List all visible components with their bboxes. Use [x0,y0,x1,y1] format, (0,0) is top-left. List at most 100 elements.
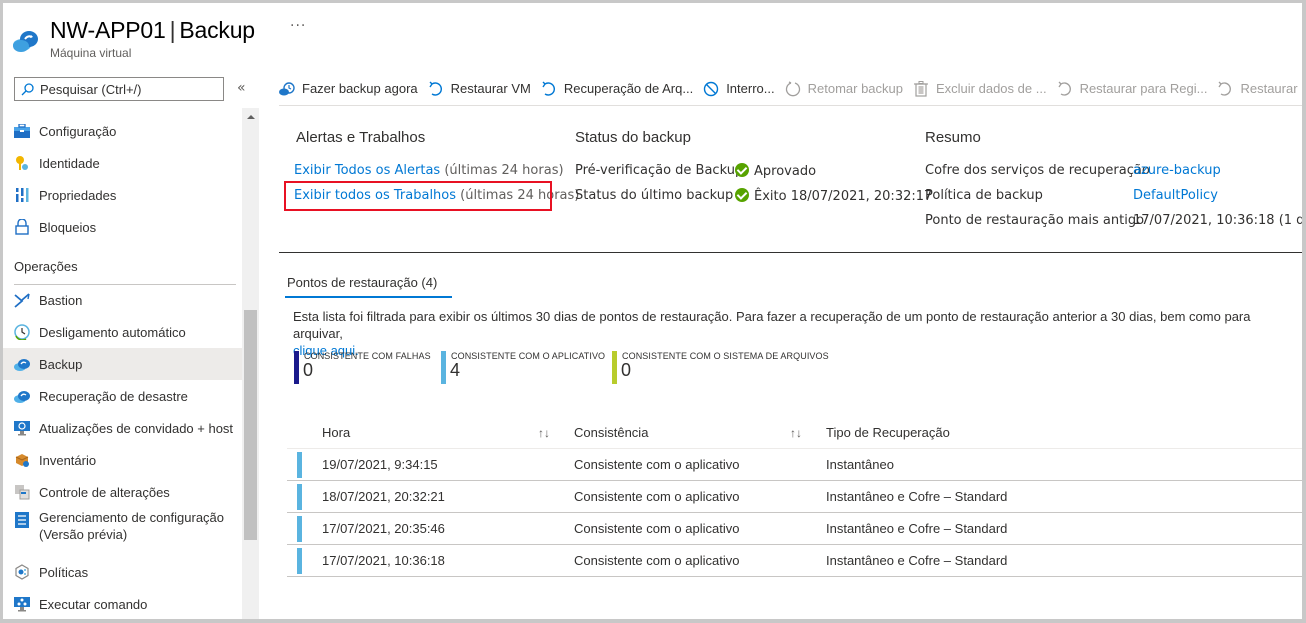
vault-link[interactable]: azure-backup [1133,163,1221,178]
section-divider [279,252,1303,253]
stop-icon [703,81,719,97]
sidebar-item-recuperacao-de-desastre[interactable]: Recuperação de desastre [3,380,243,412]
config-management-icon [14,512,30,528]
last-backup-value: Êxito 18/07/2021, 20:32:17 [735,188,932,204]
lock-icon [14,219,30,235]
more-options-button[interactable]: ··· [290,18,306,34]
sidebar-item-controle-de-alteracoes[interactable]: Controle de alterações [3,476,243,508]
cell-time: 17/07/2021, 10:36:18 [322,553,445,568]
table-row[interactable]: 17/07/2021, 10:36:18 Consistente com o a… [287,545,1303,577]
sidebar-item-politicas[interactable]: Políticas [3,556,243,588]
backup-status-section: Status do backup [575,129,691,146]
sidebar-item-label: Backup [39,356,83,372]
vault-label: Cofre dos serviços de recuperação [925,163,1150,178]
column-header-time[interactable]: Hora [322,425,350,440]
restore-vm-button[interactable]: Restaurar VM [428,81,531,101]
sidebar-item-label: Controle de alterações [39,484,170,500]
sidebar-item-label: Executar comando [39,596,148,612]
stat-crash-consistent: CONSISTENTE COM FALHAS 0 [294,351,431,384]
table-row[interactable]: 17/07/2021, 20:35:46 Consistente com o a… [287,513,1303,545]
scrollbar-thumb[interactable] [244,310,257,540]
cell-recovery-type: Instantâneo e Cofre – Standard [826,553,1008,568]
bastion-icon [14,292,30,308]
properties-icon [14,187,30,203]
row-consistency-indicator [297,516,302,542]
sidebar-section-operacoes: Operações [14,259,236,285]
stat-value: 4 [450,360,461,380]
toolbar-label: Restaurar [1240,81,1298,96]
last-backup-status: Êxito 18/07/2021, 20:32:17 [754,189,933,204]
table-row[interactable]: 18/07/2021, 20:32:21 Consistente com o a… [287,481,1303,513]
view-alerts-row: Exibir Todos os Alertas (últimas 24 hora… [294,163,564,178]
key-icon [14,155,30,171]
toolbar-label: Recuperação de Arq... [563,81,694,96]
resume-backup-button[interactable]: Retomar backup [785,80,903,101]
stop-backup-button[interactable]: Interro... [703,81,775,101]
resume-icon [785,80,801,97]
undo-icon [1217,81,1233,97]
restore-button[interactable]: Restaurar [1217,81,1298,101]
sidebar-item-atualizacoes[interactable]: Atualizações de convidado + host [3,412,243,444]
sidebar-item-bloqueios[interactable]: Bloqueios [3,211,243,243]
tab-restore-points[interactable]: Pontos de restauração (4) [287,275,437,290]
row-consistency-indicator [297,484,302,510]
backup-cloud-icon [13,31,38,52]
stat-value: 0 [303,360,314,380]
stat-app-consistent: CONSISTENTE COM O APLICATIVO 4 [441,351,605,384]
sidebar-item-label: Bastion [39,292,83,308]
cell-consistency: Consistente com o aplicativo [574,553,740,568]
cell-time: 19/07/2021, 9:34:15 [322,457,438,472]
delete-backup-data-button[interactable]: Excluir dados de ... [913,80,1047,101]
sidebar-item-propriedades[interactable]: Propriedades [3,179,243,211]
row-consistency-indicator [297,548,302,574]
policy-link[interactable]: DefaultPolicy [1133,188,1218,203]
filter-info-text: Esta lista foi filtrada para exibir os ú… [293,309,1251,341]
tab-active-indicator [285,296,452,298]
sidebar-item-label: Atualizações de convidado + host [39,420,234,436]
cell-consistency: Consistente com o aplicativo [574,489,740,504]
sidebar-item-backup[interactable]: Backup [3,348,243,380]
sidebar-item-gerenciamento-de-configuracao[interactable]: Gerenciamento de configuração (Versão pr… [3,510,243,550]
sidebar-item-configuracao[interactable]: Configuração [3,115,243,147]
sidebar-item-label: Bloqueios [39,219,97,235]
inventory-icon [14,452,30,468]
backup-now-button[interactable]: Fazer backup agora [279,81,418,101]
search-placeholder: Pesquisar (Ctrl+/) [40,81,142,97]
sort-icon[interactable]: ↑↓ [538,426,550,440]
sidebar-item-identidade[interactable]: Identidade [3,147,243,179]
sidebar-item-desligamento-automatico[interactable]: Desligamento automático [3,316,243,348]
sidebar-item-inventario[interactable]: Inventário [3,444,243,476]
monitor-update-icon [14,420,30,436]
scroll-up-arrow-icon[interactable] [247,115,255,119]
precheck-value: Aprovado [735,163,816,179]
backup-status-title: Status do backup [575,129,691,146]
page-header: NW-APP01 | Backup Máquina virtual [12,14,255,64]
cell-recovery-type: Instantâneo [826,457,894,472]
sidebar-item-label: Recuperação de desastre [39,388,188,404]
collapse-sidebar-button[interactable]: « [237,80,246,96]
trash-icon [913,80,929,97]
stat-label: CONSISTENTE COM FALHAS [304,351,431,361]
cell-recovery-type: Instantâneo e Cofre – Standard [826,521,1008,536]
column-header-consistency[interactable]: Consistência [574,425,648,440]
alerts-timeframe: (últimas 24 horas) [444,163,564,178]
success-check-icon [735,188,749,202]
sidebar-item-executar-comando[interactable]: Executar comando [3,588,243,620]
file-recovery-button[interactable]: Recuperação de Arq... [541,81,693,101]
undo-icon [1057,81,1073,97]
summary-title: Resumo [925,129,981,146]
clock-icon [14,324,30,340]
toolbar-label: Excluir dados de ... [936,81,1047,96]
search-input[interactable]: Pesquisar (Ctrl+/) [14,77,224,101]
sidebar-item-bastion[interactable]: Bastion [3,284,243,316]
stat-color-bar [441,351,446,384]
column-header-recovery-type[interactable]: Tipo de Recuperação [826,425,950,440]
last-backup-label: Status do último backup [575,188,734,203]
alerts-jobs-title: Alertas e Trabalhos [296,129,426,146]
table-row[interactable]: 19/07/2021, 9:34:15 Consistente com o ap… [287,449,1303,481]
sort-icon[interactable]: ↑↓ [790,426,802,440]
restore-to-region-button[interactable]: Restaurar para Regi... [1057,81,1207,101]
oldest-point-label: Ponto de restauração mais antigo [925,213,1145,228]
view-all-alerts-link[interactable]: Exibir Todos os Alertas [294,163,440,178]
sidebar-scrollbar[interactable] [242,108,259,620]
